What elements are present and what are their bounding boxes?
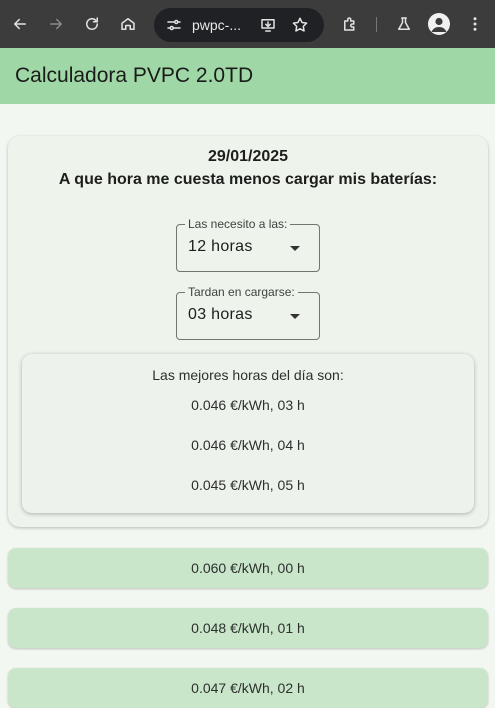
browser-toolbar: pwpc-...	[0, 0, 495, 48]
bookmark-star-icon[interactable]	[288, 13, 312, 37]
need-at-dropdown[interactable]: Las necesito a las: 12 horas	[176, 217, 320, 272]
hour-price-text: 0.060 €/kWh, 00 h	[191, 560, 305, 576]
app-bar: Calculadora PVPC 2.0TD	[0, 48, 495, 104]
labs-flask-icon[interactable]	[390, 10, 418, 38]
hour-price-text: 0.048 €/kWh, 01 h	[191, 620, 305, 636]
best-hour-item: 0.046 €/kWh, 04 h	[191, 437, 305, 453]
best-hour-item: 0.046 €/kWh, 03 h	[191, 397, 305, 413]
menu-kebab-icon[interactable]	[461, 10, 489, 38]
site-info-icon[interactable]	[162, 13, 186, 37]
hour-price-item: 0.060 €/kWh, 00 h	[8, 548, 488, 588]
date-label: 29/01/2025	[207, 148, 289, 165]
address-bar[interactable]: pwpc-...	[154, 8, 324, 42]
charge-time-label: Tardan en cargarse:	[185, 285, 298, 299]
reload-icon[interactable]	[78, 10, 106, 38]
back-icon[interactable]	[6, 10, 34, 38]
forward-icon[interactable]	[42, 10, 70, 38]
question-label: A que hora me cuesta menos cargar mis ba…	[58, 171, 438, 188]
home-icon[interactable]	[114, 10, 142, 38]
charge-time-value[interactable]: 03 horas	[188, 306, 253, 324]
url-text[interactable]: pwpc-...	[192, 17, 252, 33]
install-app-icon[interactable]	[256, 13, 280, 37]
profile-avatar-icon[interactable]	[428, 13, 450, 35]
best-hour-item: 0.045 €/kWh, 05 h	[191, 477, 305, 493]
hour-price-item: 0.047 €/kWh, 02 h	[8, 668, 488, 708]
dropdown-arrow-icon[interactable]	[290, 246, 300, 251]
need-at-value[interactable]: 12 horas	[188, 238, 253, 256]
extensions-icon[interactable]	[336, 10, 364, 38]
need-at-label: Las necesito a las:	[185, 217, 291, 231]
toolbar-divider	[376, 17, 377, 32]
best-hours-heading: Las mejores horas del día son:	[152, 367, 344, 383]
hour-price-item: 0.048 €/kWh, 01 h	[8, 608, 488, 648]
app-title: Calculadora PVPC 2.0TD	[15, 64, 254, 87]
dropdown-arrow-icon[interactable]	[290, 314, 300, 319]
best-hours-panel: Las mejores horas del día son: 0.046 €/k…	[22, 354, 474, 513]
charge-time-dropdown[interactable]: Tardan en cargarse: 03 horas	[176, 285, 320, 340]
hour-price-text: 0.047 €/kWh, 02 h	[191, 680, 305, 696]
calculator-card: 29/01/2025 A que hora me cuesta menos ca…	[8, 136, 488, 527]
